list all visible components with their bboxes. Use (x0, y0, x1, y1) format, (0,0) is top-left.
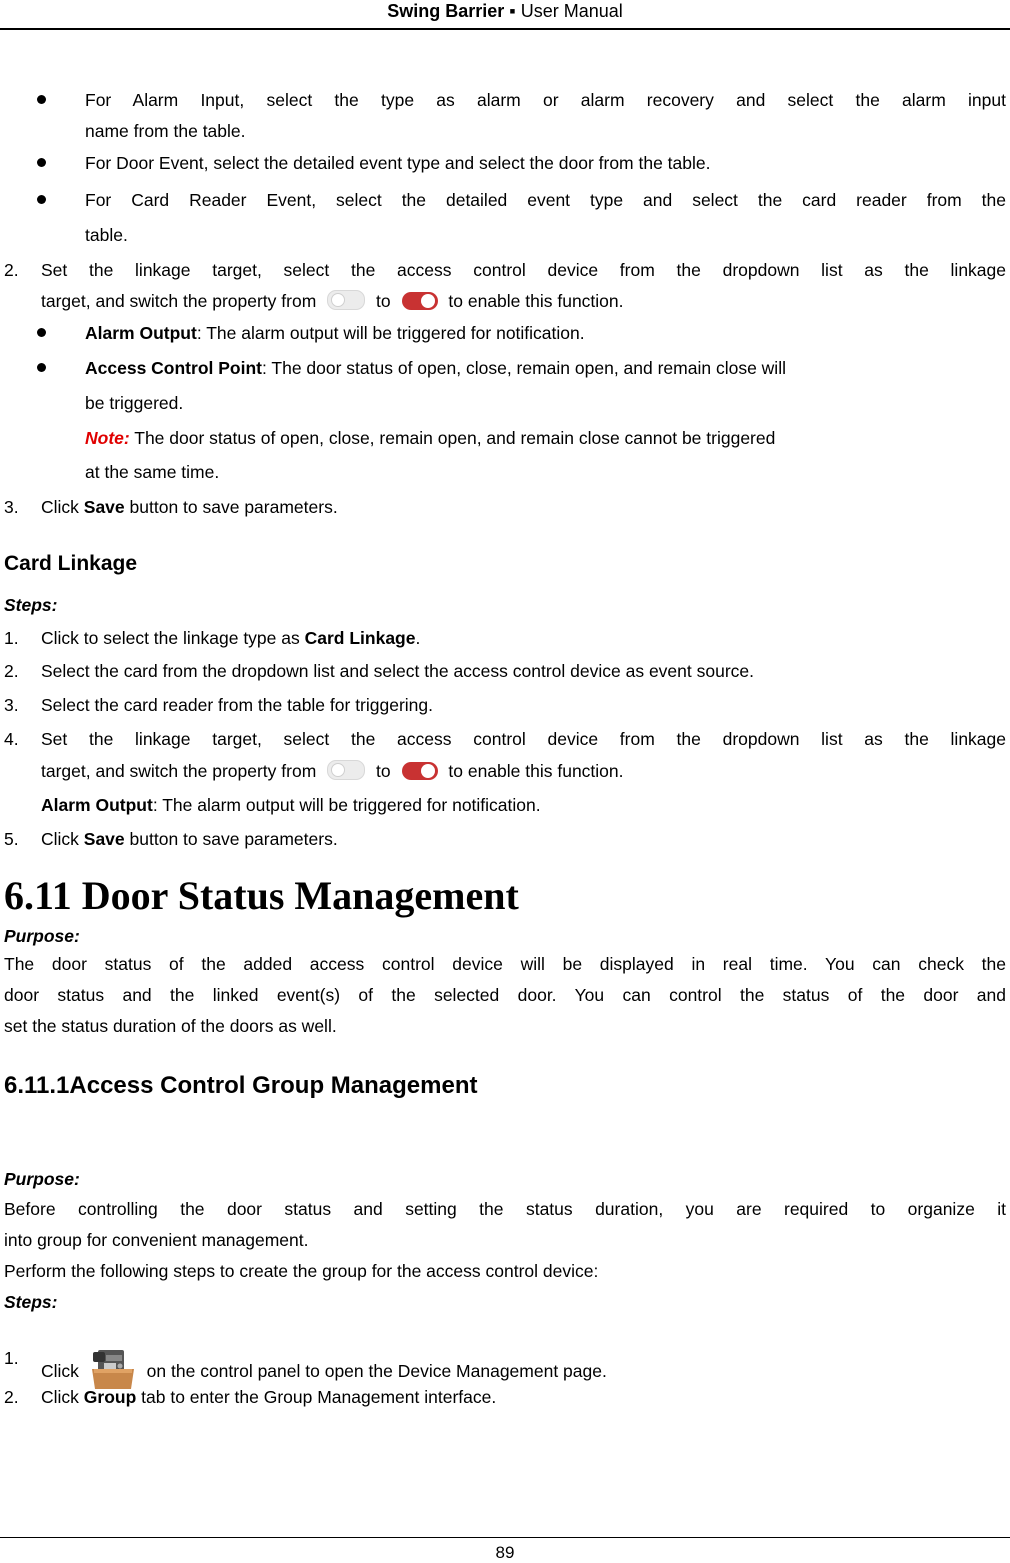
group-step1-text: Click on the control panel to open the D… (41, 1347, 607, 1391)
step-number: 2. (4, 1387, 19, 1407)
note-label: Note: (85, 428, 130, 448)
bullet-icon (37, 363, 46, 372)
card-step1-text: Click to select the linkage type as Card… (41, 628, 421, 648)
footer-divider (0, 1537, 1010, 1538)
header-title-rest: User Manual (520, 1, 623, 21)
subsection-title: 6.11.1Access Control Group Management (4, 1072, 478, 1099)
bullet-alarm-output: Alarm Output: The alarm output will be t… (85, 323, 585, 343)
card-step4-text-cont: target, and switch the property from to … (41, 760, 624, 781)
bullet-alarm-input: For Alarm Input, select the type as alar… (85, 90, 1006, 110)
header-separator: ▪ (509, 1, 516, 21)
step2-text-cont: target, and switch the property from to … (41, 290, 624, 311)
section-title: 6.11 Door Status Management (4, 873, 519, 918)
group-step2-text: Click Group tab to enter the Group Manag… (41, 1387, 497, 1407)
steps-label: Steps: (4, 1292, 58, 1312)
card-step5-text: Click Save button to save parameters. (41, 829, 338, 849)
purpose-text-line: The door status of the added access cont… (4, 954, 1006, 974)
card-step4-alarm-output: Alarm Output: The alarm output will be t… (41, 795, 541, 815)
bullet-door-event: For Door Event, select the detailed even… (85, 153, 711, 173)
step2-text: Set the linkage target, select the acces… (41, 260, 1006, 280)
toggle-off-icon (327, 760, 366, 780)
step-number: 3. (4, 497, 19, 517)
toggle-off-icon (327, 290, 366, 310)
purpose-text-line: Before controlling the door status and s… (4, 1199, 1006, 1219)
bullet-icon (37, 158, 46, 167)
bullet-access-control-point: Access Control Point: The door status of… (85, 358, 786, 378)
note: Note: The door status of open, close, re… (85, 428, 776, 448)
step-number: 3. (4, 695, 19, 715)
toggle-on-icon (401, 292, 438, 310)
card-step3-text: Select the card reader from the table fo… (41, 695, 434, 715)
bullet-card-reader-event: For Card Reader Event, select the detail… (85, 190, 1006, 210)
step-number: 1. (4, 628, 19, 648)
device-management-icon (90, 1347, 136, 1391)
bullet-alarm-input-cont: name from the table. (85, 121, 246, 141)
purpose-label: Purpose: (4, 926, 80, 946)
step-number: 1. (4, 1348, 19, 1368)
page-header: Swing Barrier ▪ User Manual (0, 0, 1010, 30)
header-title-bold: Swing Barrier (387, 1, 505, 21)
card-step4-text: Set the linkage target, select the acces… (41, 729, 1006, 749)
note-cont: at the same time. (85, 462, 220, 482)
purpose-label: Purpose: (4, 1169, 80, 1189)
purpose-text-line: set the status duration of the doors as … (4, 1016, 337, 1036)
bullet-card-reader-event-cont: table. (85, 225, 128, 245)
bullet-access-control-point-cont: be triggered. (85, 393, 184, 413)
bullet-icon (37, 195, 46, 204)
step-number: 2. (4, 260, 19, 280)
purpose-text-line: Perform the following steps to create th… (4, 1261, 599, 1281)
bullet-icon (37, 328, 46, 337)
card-step2-text: Select the card from the dropdown list a… (41, 661, 755, 681)
page-number: 89 (495, 1543, 515, 1562)
toggle-on-icon (401, 762, 438, 780)
step-number: 2. (4, 661, 19, 681)
purpose-text-line: door status and the linked event(s) of t… (4, 985, 1006, 1005)
purpose-text-line: into group for convenient management. (4, 1230, 309, 1250)
bullet-icon (37, 95, 46, 104)
steps-label: Steps: (4, 595, 58, 615)
step-number: 4. (4, 729, 19, 749)
card-linkage-heading: Card Linkage (4, 552, 138, 575)
step3-text: Click Save button to save parameters. (41, 497, 338, 517)
step-number: 5. (4, 829, 19, 849)
